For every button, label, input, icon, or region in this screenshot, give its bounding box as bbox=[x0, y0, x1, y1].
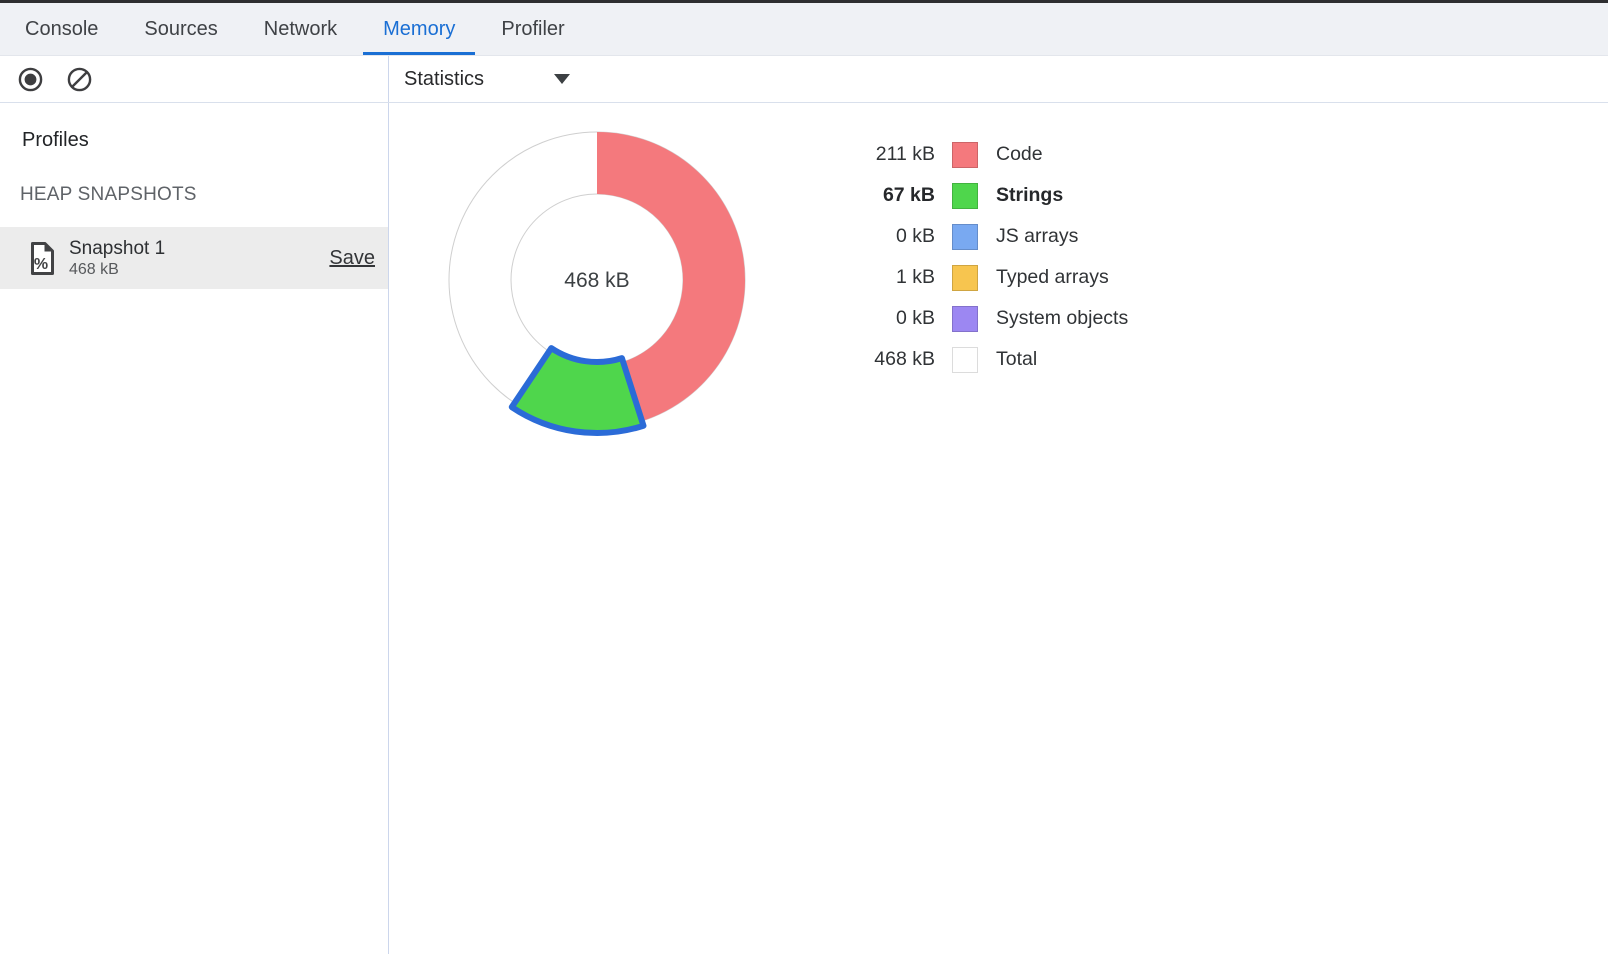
perspective-select[interactable]: Statistics bbox=[404, 68, 576, 91]
legend-row-strings[interactable]: 67 kB Strings bbox=[829, 175, 1128, 216]
legend-label: Strings bbox=[996, 184, 1063, 207]
devtools-memory-panel: Console Sources Network Memory Profiler Stat… bbox=[0, 0, 1608, 954]
legend-label: Typed arrays bbox=[996, 266, 1109, 289]
donut-chart-svg: 468 kB bbox=[435, 118, 759, 442]
dropdown-caret-icon bbox=[554, 74, 570, 84]
legend-row-typed-arrays[interactable]: 1 kB Typed arrays bbox=[829, 257, 1128, 298]
perspective-select-label: Statistics bbox=[404, 68, 484, 91]
donut-slice-strings[interactable] bbox=[512, 348, 644, 433]
profiles-heading: Profiles bbox=[22, 129, 388, 152]
devtools-tabbar: Console Sources Network Memory Profiler bbox=[0, 3, 1608, 56]
statistics-view: 468 kB 211 kB Code 67 kB Strings 0 kB JS arra… bbox=[389, 103, 1608, 954]
heap-statistics-donut: 468 kB bbox=[435, 118, 759, 442]
profiles-toolbar bbox=[0, 56, 389, 102]
legend-row-js-arrays[interactable]: 0 kB JS arrays bbox=[829, 216, 1128, 257]
legend-row-total[interactable]: 468 kB Total bbox=[829, 339, 1128, 380]
tab-label: Profiler bbox=[501, 18, 564, 41]
active-tab-indicator bbox=[363, 52, 475, 55]
donut-center-total-label: 468 kB bbox=[564, 269, 629, 292]
profiles-sidebar: Profiles HEAP SNAPSHOTS % Snapshot 1 468… bbox=[0, 103, 389, 954]
legend-label: Total bbox=[996, 348, 1037, 371]
legend-value: 468 kB bbox=[829, 348, 935, 371]
legend-swatch-total-icon bbox=[952, 347, 978, 373]
tab-console[interactable]: Console bbox=[2, 3, 121, 55]
legend-swatch-system-objects-icon bbox=[952, 306, 978, 332]
tab-label: Console bbox=[25, 18, 98, 41]
legend-row-code[interactable]: 211 kB Code bbox=[829, 134, 1128, 175]
tab-label: Network bbox=[264, 18, 337, 41]
legend-value: 1 kB bbox=[829, 266, 935, 289]
legend-value: 0 kB bbox=[829, 307, 935, 330]
legend-value: 0 kB bbox=[829, 225, 935, 248]
legend-label: JS arrays bbox=[996, 225, 1078, 248]
statistics-toolbar: Statistics bbox=[389, 56, 1608, 102]
clear-all-profiles-button[interactable] bbox=[65, 65, 94, 94]
heap-statistics-legend: 211 kB Code 67 kB Strings 0 kB JS arrays 1 kB T… bbox=[829, 134, 1128, 380]
snapshot-size: 468 kB bbox=[69, 260, 165, 279]
heap-snapshots-section-heading: HEAP SNAPSHOTS bbox=[20, 184, 388, 206]
tab-memory[interactable]: Memory bbox=[360, 3, 478, 55]
legend-row-system-objects[interactable]: 0 kB System objects bbox=[829, 298, 1128, 339]
legend-value: 67 kB bbox=[829, 184, 935, 207]
snapshot-list-item[interactable]: % Snapshot 1 468 kB Save bbox=[0, 227, 388, 289]
tab-label: Sources bbox=[144, 18, 217, 41]
toolbar-row: Statistics bbox=[0, 56, 1608, 103]
tab-sources[interactable]: Sources bbox=[121, 3, 240, 55]
legend-label: Code bbox=[996, 143, 1043, 166]
heap-snapshot-file-icon: % bbox=[29, 241, 56, 276]
legend-swatch-code-icon bbox=[952, 142, 978, 168]
legend-swatch-js-arrays-icon bbox=[952, 224, 978, 250]
tab-profiler[interactable]: Profiler bbox=[478, 3, 587, 55]
legend-swatch-strings-icon bbox=[952, 183, 978, 209]
clear-icon bbox=[65, 65, 94, 94]
tab-network[interactable]: Network bbox=[241, 3, 360, 55]
save-snapshot-link[interactable]: Save bbox=[329, 247, 375, 270]
record-heap-snapshot-button[interactable] bbox=[16, 65, 45, 94]
content-row: Profiles HEAP SNAPSHOTS % Snapshot 1 468… bbox=[0, 103, 1608, 954]
tab-label: Memory bbox=[383, 18, 455, 41]
snapshot-text: Snapshot 1 468 kB bbox=[69, 237, 165, 279]
legend-label: System objects bbox=[996, 307, 1128, 330]
svg-text:%: % bbox=[34, 256, 48, 273]
legend-swatch-typed-arrays-icon bbox=[952, 265, 978, 291]
legend-value: 211 kB bbox=[829, 143, 935, 166]
record-icon bbox=[16, 65, 45, 94]
snapshot-name: Snapshot 1 bbox=[69, 237, 165, 260]
